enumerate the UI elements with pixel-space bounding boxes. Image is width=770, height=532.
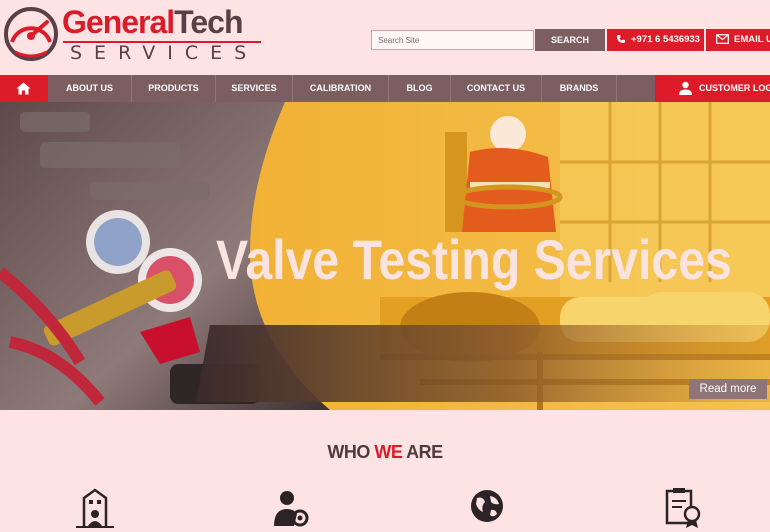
- nav-blog[interactable]: BLOG: [389, 75, 451, 102]
- home-icon: [16, 82, 31, 95]
- customer-login-button[interactable]: CUSTOMER LOGIN: [655, 75, 770, 102]
- title-word-are: ARE: [402, 442, 443, 462]
- nav-products[interactable]: PRODUCTS: [132, 75, 216, 102]
- globe-icon[interactable]: [469, 488, 505, 524]
- nav-services[interactable]: SERVICES: [216, 75, 293, 102]
- email-button[interactable]: EMAIL US: [706, 29, 770, 51]
- search-input[interactable]: [371, 30, 534, 50]
- title-word-who: WHO: [327, 442, 375, 462]
- title-word-we: WE: [374, 442, 403, 462]
- site-header: GeneralTech SERVICES SEARCH +971 6 54369…: [0, 0, 770, 75]
- logo-word-general: General: [62, 4, 175, 40]
- who-we-are-title: WHO WE ARE: [0, 442, 770, 463]
- envelope-icon: [716, 34, 729, 45]
- certificate-icon[interactable]: [664, 488, 702, 528]
- headline-banner: [196, 325, 770, 402]
- nav-contact-us[interactable]: CONTACT US: [451, 75, 542, 102]
- phone-number: +971 6 5436933: [631, 34, 700, 45]
- phone-icon: [617, 35, 625, 44]
- logo-subtitle: SERVICES: [70, 42, 259, 64]
- nav-about-us[interactable]: ABOUT US: [48, 75, 132, 102]
- read-more-button[interactable]: Read more: [689, 379, 767, 399]
- gauge-logo-icon[interactable]: [3, 6, 59, 62]
- email-label: EMAIL US: [734, 34, 770, 45]
- logo-word-tech: Tech: [174, 4, 243, 40]
- user-settings-icon[interactable]: [272, 488, 310, 528]
- nav-brands[interactable]: BRANDS: [542, 75, 617, 102]
- search-button[interactable]: SEARCH: [535, 29, 605, 51]
- phone-button[interactable]: +971 6 5436933: [607, 29, 704, 51]
- building-icon[interactable]: [76, 488, 114, 528]
- nav-home[interactable]: [0, 75, 48, 102]
- customer-login-label: CUSTOMER LOGIN: [699, 83, 770, 93]
- nav-calibration[interactable]: CALIBRATION: [293, 75, 389, 102]
- main-nav: ABOUT US PRODUCTS SERVICES CALIBRATION B…: [0, 75, 770, 102]
- logo-wordmark[interactable]: GeneralTech: [62, 3, 243, 41]
- hero-headline: Valve Testing Services: [216, 228, 732, 291]
- user-icon: [679, 81, 692, 95]
